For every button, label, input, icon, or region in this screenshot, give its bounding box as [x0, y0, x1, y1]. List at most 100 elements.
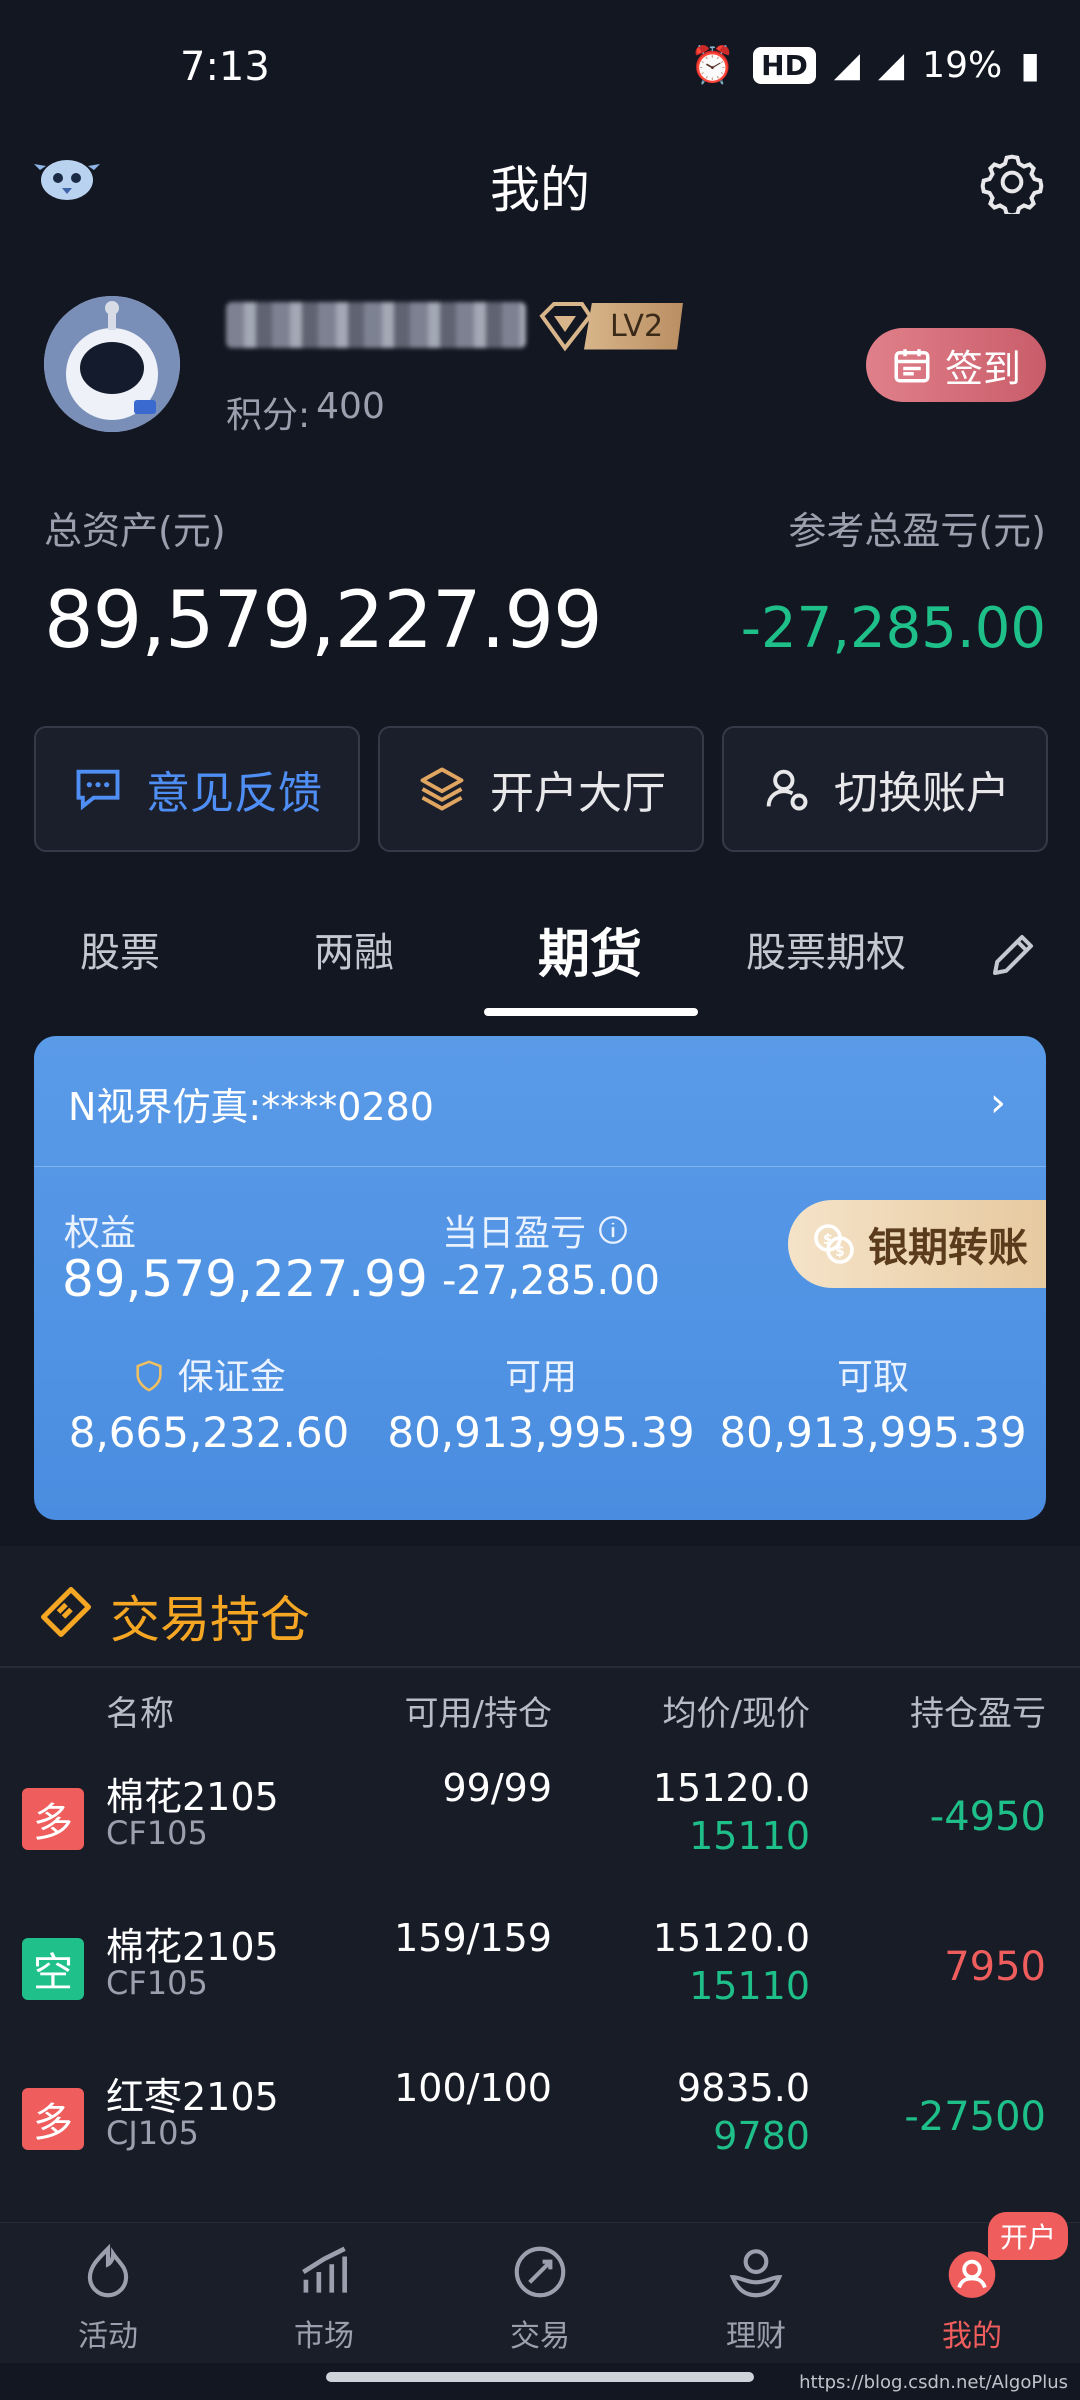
bottom-nav: 活动 市场 交易 理财 我的: [0, 2222, 1080, 2363]
daily-pl-label-row: 当日盈亏: [442, 1204, 630, 1256]
futures-account-card: N视界仿真:****0280 › 权益 89,579,227.99 当日盈亏 -…: [34, 1036, 1046, 1520]
account-name-label: N视界仿真:: [68, 1085, 262, 1129]
bank-futures-transfer-button[interactable]: $ $ 银期转账: [788, 1200, 1046, 1288]
flame-icon: [87, 2243, 129, 2298]
level-label: LV2: [584, 302, 684, 350]
transfer-label: 银期转账: [868, 1225, 1028, 1271]
contract-code: CF105: [106, 1964, 208, 2002]
last-price: 9780: [713, 2114, 810, 2158]
watermark: https://blog.csdn.net/AlgoPlus: [799, 2372, 1068, 2393]
nav-wealth[interactable]: 理财: [676, 2241, 836, 2355]
level-badge[interactable]: LV2: [536, 298, 684, 354]
points-row: 积分: 400: [226, 386, 385, 438]
avg-price: 15120.0: [652, 1766, 810, 1810]
home-indicator[interactable]: [326, 2372, 754, 2382]
tab-futures[interactable]: 期货: [500, 912, 680, 987]
position-pl: 7950: [944, 1944, 1046, 1990]
shield-icon: [136, 1360, 162, 1392]
info-icon[interactable]: [596, 1213, 630, 1247]
daily-pl-label: 当日盈亏: [442, 1213, 587, 1254]
avg-price: 15120.0: [652, 1916, 810, 1960]
battery-icon: ▮: [1020, 44, 1040, 86]
position-pl: -27500: [904, 2094, 1046, 2140]
direction-badge: 多: [22, 1788, 84, 1850]
table-row[interactable]: 多 棉花2105 CF105 99/99 15120.0 15110 -4950: [0, 1748, 1080, 1898]
col-header-name: 名称: [106, 1694, 174, 1734]
status-bar: 7:13 ⏰ HD ◢ ◢ 19% ▮: [0, 0, 1080, 140]
layers-icon: [420, 767, 464, 811]
total-assets-label: 总资产(元): [44, 509, 226, 553]
svg-text:$: $: [835, 1244, 845, 1260]
hand-coin-icon: [729, 2249, 783, 2298]
switch-account-label: 切换账户: [834, 768, 1010, 819]
points-value: 400: [316, 386, 385, 427]
withdrawable-value: 80,913,995.39: [719, 1408, 1027, 1457]
col-header-price: 均价/现价: [662, 1694, 810, 1734]
nav-label: 市场: [294, 2319, 354, 2354]
account-hall-button[interactable]: 开户大厅: [378, 726, 704, 852]
positions-title: 交易持仓: [110, 1591, 310, 1649]
chevron-right-icon[interactable]: ›: [990, 1080, 1006, 1126]
status-icons: ⏰ HD ◢ ◢ 19% ▮: [690, 44, 1040, 87]
withdrawable-metric: 可取 80,913,995.39: [708, 1348, 1038, 1457]
account-header[interactable]: N视界仿真:****0280 ›: [34, 1036, 1046, 1167]
total-assets-value: 89,579,227.99: [44, 576, 603, 666]
position-qty: 99/99: [442, 1766, 552, 1810]
status-time: 7:13: [180, 44, 270, 90]
contract-code: CF105: [106, 1814, 208, 1852]
available-label: 可用: [504, 1357, 577, 1398]
alarm-icon: ⏰: [690, 45, 736, 86]
signal-icon: ◢: [833, 45, 861, 85]
tab-margin[interactable]: 两融: [274, 920, 434, 978]
position-pl: -4950: [929, 1794, 1046, 1840]
table-row[interactable]: 空 棉花2105 CF105 159/159 15120.0 15110 795…: [0, 1898, 1080, 2048]
page-title: 我的: [490, 161, 590, 219]
margin-value: 8,665,232.60: [68, 1408, 350, 1457]
checkin-button[interactable]: 签到: [866, 328, 1046, 402]
tab-stocks[interactable]: 股票: [40, 920, 200, 978]
active-tab-indicator: [484, 1008, 698, 1016]
username-blurred: [226, 302, 526, 348]
chat-icon: [76, 769, 120, 811]
account-hall-label: 开户大厅: [490, 768, 666, 819]
feedback-label: 意见反馈: [146, 768, 322, 819]
nav-trade[interactable]: 交易: [460, 2241, 620, 2355]
feedback-button[interactable]: 意见反馈: [34, 726, 360, 852]
account-number: ****0280: [261, 1085, 434, 1129]
switch-account-button[interactable]: 切换账户: [722, 726, 1048, 852]
pencil-icon[interactable]: [986, 928, 1040, 982]
col-header-pl: 持仓盈亏: [910, 1694, 1046, 1734]
available-metric: 可用 80,913,995.39: [376, 1348, 706, 1457]
avatar[interactable]: [44, 296, 180, 432]
withdrawable-label: 可取: [836, 1357, 909, 1398]
equity-value: 89,579,227.99: [62, 1250, 428, 1308]
nav-market[interactable]: 市场: [244, 2241, 404, 2355]
daily-pl-value: -27,285.00: [442, 1258, 661, 1304]
trade-icon: [514, 2246, 566, 2298]
margin-label-row: 保证金: [44, 1348, 374, 1400]
ticket-icon: [41, 1587, 91, 1637]
contract-code: CJ105: [106, 2114, 199, 2152]
col-header-qty: 可用/持仓: [404, 1694, 552, 1734]
user-switch-icon: [766, 769, 808, 811]
checkin-label: 签到: [944, 346, 1021, 391]
total-pl-value: -27,285.00: [740, 596, 1046, 661]
nav-activity[interactable]: 活动: [28, 2241, 188, 2355]
contract-name: 棉花2105: [106, 1775, 279, 1819]
contract-name: 棉花2105: [106, 1925, 279, 1969]
nav-label: 理财: [726, 2319, 786, 2354]
total-pl-label: 参考总盈亏(元): [788, 509, 1046, 553]
positions-panel: 交易持仓 名称 可用/持仓 均价/现价 持仓盈亏 多 棉花2105 CF105 …: [0, 1546, 1080, 2226]
table-row[interactable]: 多 红枣2105 CJ105 100/100 9835.0 9780 -2750…: [0, 2048, 1080, 2198]
last-price: 15110: [689, 1814, 810, 1858]
contract-name: 红枣2105: [106, 2075, 279, 2119]
position-qty: 100/100: [394, 2066, 552, 2110]
open-account-badge[interactable]: 开户: [988, 2212, 1069, 2260]
account-type-tabs: 股票 两融 期货 股票期权: [0, 920, 1080, 1020]
tab-stock-options[interactable]: 股票期权: [736, 920, 916, 978]
direction-badge: 空: [22, 1938, 84, 2000]
gear-icon[interactable]: [980, 150, 1044, 214]
nav-label: 我的: [942, 2319, 1002, 2354]
last-price: 15110: [689, 1964, 810, 2008]
direction-badge: 多: [22, 2088, 84, 2150]
